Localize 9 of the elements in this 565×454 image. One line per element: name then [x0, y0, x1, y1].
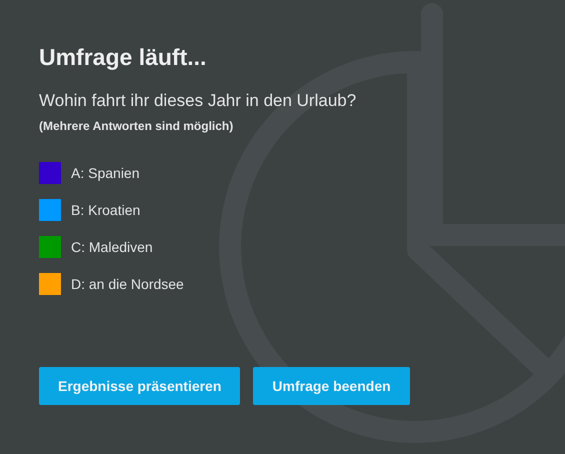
- poll-question: Wohin fahrt ihr dieses Jahr in den Urlaub?: [39, 90, 358, 112]
- end-poll-button[interactable]: Umfrage beenden: [253, 367, 410, 405]
- poll-note: (Mehrere Antworten sind möglich): [39, 118, 234, 134]
- poll-title: Umfrage läuft...: [39, 43, 208, 72]
- answer-label: B: Kroatien: [71, 202, 140, 218]
- answer-label: A: Spanien: [71, 165, 140, 181]
- answer-label: D: an die Nordsee: [71, 276, 184, 292]
- present-results-button[interactable]: Ergebnisse präsentieren: [39, 367, 240, 405]
- answer-label: C: Malediven: [71, 239, 153, 255]
